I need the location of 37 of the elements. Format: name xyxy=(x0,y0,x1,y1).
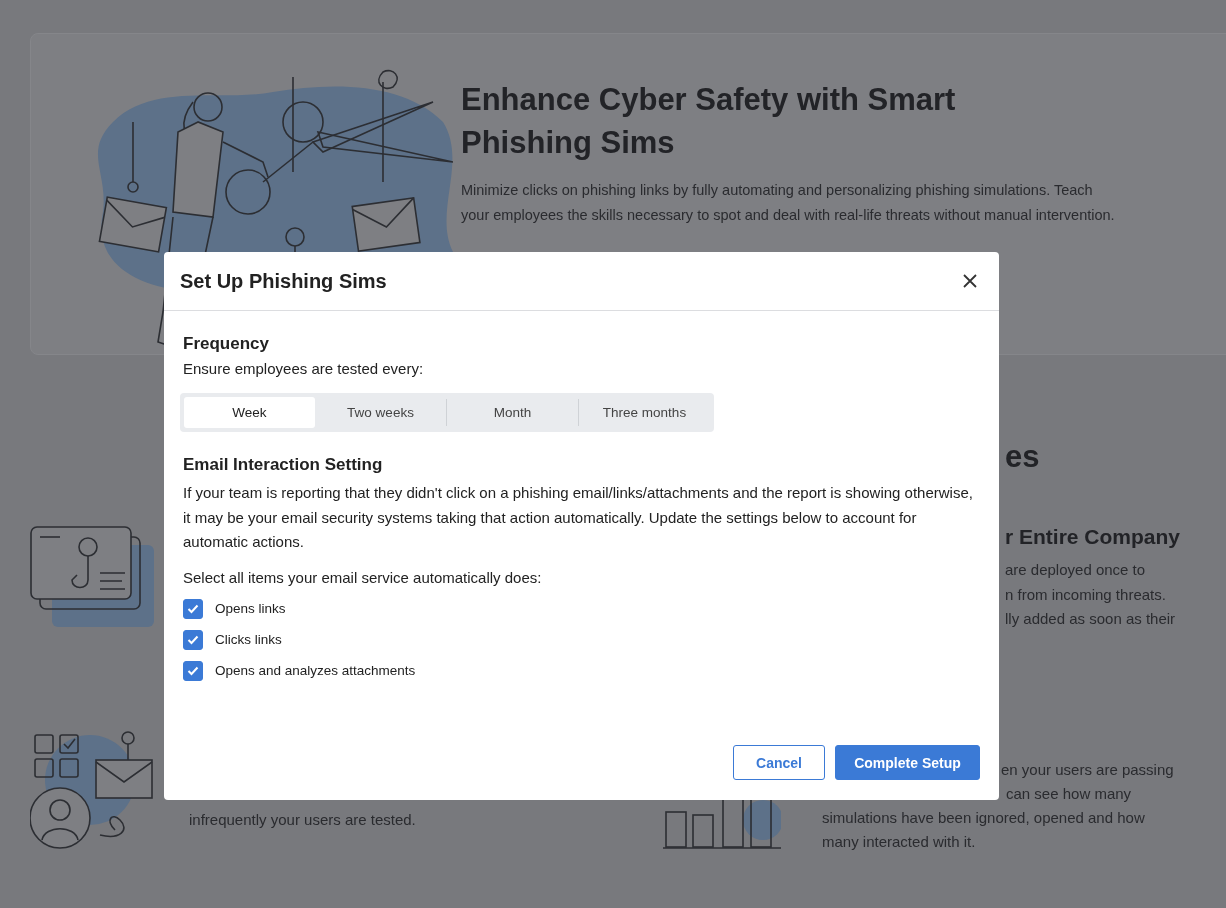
checkmark-icon xyxy=(187,603,199,614)
checkbox[interactable] xyxy=(183,598,203,619)
frequency-option[interactable]: Month xyxy=(447,397,578,428)
frequency-prompt: Ensure employees are tested every: xyxy=(183,359,425,379)
checkmark-icon xyxy=(187,634,199,645)
feature-text: simulations have been ignored, opened and how xyxy=(822,808,1146,829)
feature-text: many interacted with it. xyxy=(822,832,977,853)
dialog-title: Set Up Phishing Sims xyxy=(180,269,387,293)
close-icon xyxy=(963,274,977,288)
checkbox-label: Opens and analyzes attachments xyxy=(215,663,416,678)
feature-text: infrequently your users are tested. xyxy=(189,809,417,830)
frequency-option[interactable]: Two weeks xyxy=(315,397,446,428)
user-grid-envelope-icon xyxy=(30,729,155,850)
section-heading: Frequency xyxy=(183,333,270,355)
close-button[interactable] xyxy=(961,272,979,290)
hero-description: Minimize clicks on phishing links by fully automating and personalizing phishing simulations. Teach your employees the skills necessary to spot and deal with real-life threats without manual intervention. xyxy=(461,181,1116,225)
feature-text: en your users are passing xyxy=(1001,759,1174,780)
checkbox[interactable] xyxy=(183,629,203,650)
section-heading: Email Interaction Setting xyxy=(183,454,384,476)
section-heading: es xyxy=(1005,438,1041,476)
checkmark-icon xyxy=(187,665,199,676)
feature-text: are deployed once to xyxy=(1005,560,1147,580)
feature-text: n from incoming threats. xyxy=(1005,584,1167,605)
feature-text: lly added as soon as their xyxy=(1005,609,1177,629)
checkbox-prompt: Select all items your email service automatically does: xyxy=(183,567,543,588)
email-setting-description: If your team is reporting that they didn't click on a phishing email/links/attachments and the report is showing otherwise, it may be your email security systems taking that action automatically. Update the settings below to account for automatic actions. xyxy=(183,483,973,552)
hero-title: Enhance Cyber Safety with Smart Phishing Sims xyxy=(461,81,957,162)
hook-on-card-icon xyxy=(30,525,155,630)
frequency-option[interactable]: Three months xyxy=(579,397,710,428)
feature-text: can see how many xyxy=(1006,783,1133,804)
complete-setup-button[interactable]: Complete Setup xyxy=(835,745,980,780)
checkbox-label: Clicks links xyxy=(215,632,282,647)
checkbox-label: Opens links xyxy=(215,601,286,616)
cancel-button[interactable]: Cancel xyxy=(733,745,825,780)
feature-title: r Entire Company xyxy=(1005,524,1181,550)
checkbox[interactable] xyxy=(183,660,203,681)
frequency-option[interactable]: Week xyxy=(184,397,315,428)
